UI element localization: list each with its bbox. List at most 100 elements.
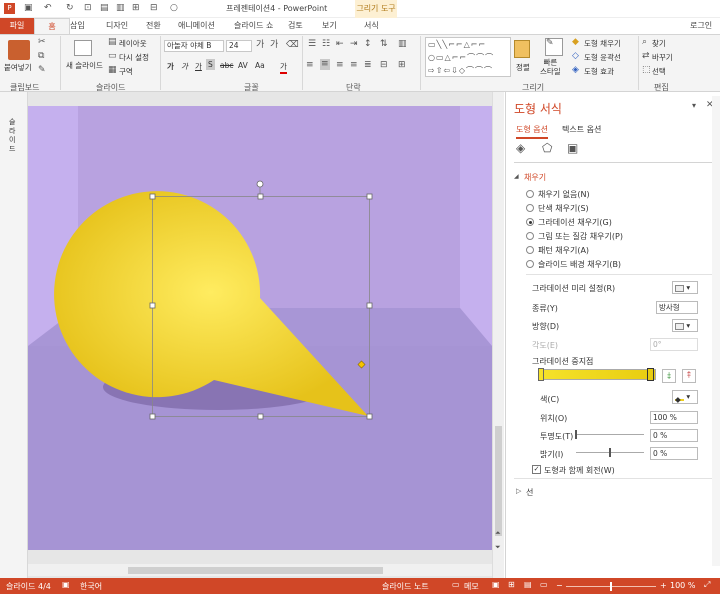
copy-icon[interactable]: ⧉ (38, 52, 44, 61)
angle-input[interactable]: 0° (650, 338, 698, 351)
smartart-icon[interactable]: ⊞ (398, 61, 406, 70)
new-slide-button[interactable]: 새 슬라이드 (66, 60, 103, 71)
transparency-input[interactable]: 0 % (650, 429, 698, 442)
rotate-with-shape-checkbox[interactable]: ✓ (532, 465, 541, 474)
position-input[interactable]: 100 % (650, 411, 698, 424)
tab-text-options[interactable]: 텍스트 옵션 (562, 124, 601, 135)
size-properties-icon[interactable]: ▣ (567, 142, 578, 154)
tab-animations[interactable]: 애니메이션 (178, 20, 215, 31)
undo-icon[interactable]: ↶ (44, 4, 52, 13)
replace-button[interactable]: 바꾸기 (652, 52, 673, 63)
next-slide-icon[interactable]: ⏷ (495, 544, 501, 551)
italic-button[interactable]: 가 (181, 61, 188, 72)
quick-styles-button[interactable]: 빠른 스타일 (540, 58, 561, 76)
radio-no-fill[interactable] (526, 190, 534, 198)
find-button[interactable]: 찾기 (652, 38, 666, 49)
horizontal-scrollbar[interactable] (28, 564, 492, 576)
tab-insert[interactable]: 삽입 (70, 20, 85, 31)
fill-header[interactable]: 채우기 (524, 172, 546, 183)
type-dropdown[interactable]: 방사형 (656, 301, 698, 314)
cut-icon[interactable]: ✂ (38, 38, 46, 47)
font-size-box[interactable]: 24 (226, 40, 252, 52)
effects-icon[interactable]: ⬠ (542, 142, 552, 154)
radio-pattern-fill[interactable] (526, 246, 534, 254)
color-dropdown[interactable]: ◆ ▾ (672, 390, 698, 404)
vertical-scroll-thumb[interactable] (495, 426, 502, 536)
shapes-gallery[interactable]: ▭╲╲⌐⌐△⌐⌐ ○▭△⌐⌐⌒⌒⌒ ⇨⇧⇦⇩◇⌒⌒⌒ (425, 37, 511, 77)
bullets-icon[interactable]: ☰ (308, 40, 316, 49)
columns-icon[interactable]: ▥ (398, 40, 407, 49)
new-slide-icon[interactable] (74, 40, 92, 56)
tab-file[interactable]: 파일 (0, 18, 34, 34)
qat-icon-3[interactable]: ▥ (116, 4, 125, 13)
remove-stop-icon[interactable]: ⤉ (682, 369, 696, 383)
tab-format[interactable]: 서식 (364, 20, 379, 31)
preset-dropdown[interactable]: ▾ (672, 281, 698, 294)
qat-icon-1[interactable]: ⊡ (84, 4, 92, 13)
transparency-slider[interactable] (576, 434, 644, 435)
layout-button[interactable]: 레이아웃 (119, 38, 147, 49)
tab-slideshow[interactable]: 슬라이드 쇼 (234, 20, 273, 31)
normal-view-icon[interactable]: ▣ (492, 581, 500, 589)
brightness-input[interactable]: 0 % (650, 447, 698, 460)
align-text-icon[interactable]: ⊟ (380, 61, 388, 70)
spacing-button[interactable]: AV (238, 61, 248, 70)
expand-fill-icon[interactable]: ◢ (514, 174, 519, 180)
prev-slide-icon[interactable]: ⏶ (495, 530, 501, 537)
login-link[interactable]: 로그인 (690, 20, 712, 31)
reset-button[interactable]: 다시 설정 (119, 52, 149, 63)
shape-outline-button[interactable]: 도형 윤곽선 (584, 52, 621, 63)
qat-icon-4[interactable]: ⊞ (132, 4, 140, 13)
arrange-button[interactable]: 정렬 (516, 62, 530, 73)
transparency-slider-thumb[interactable] (575, 430, 577, 439)
zoom-slider-thumb[interactable] (610, 582, 612, 591)
slideshow-view-icon[interactable]: ▭ (540, 581, 548, 589)
radio-solid-fill[interactable] (526, 204, 534, 212)
gradient-stops-bar[interactable] (540, 369, 656, 380)
shrink-font-icon[interactable]: 가 (270, 41, 278, 50)
align-right-icon[interactable]: ≡ (336, 61, 344, 70)
section-button[interactable]: 구역 (119, 66, 133, 77)
expand-line-icon[interactable]: ▷ (516, 488, 521, 495)
language-indicator[interactable]: 한국어 (80, 581, 102, 592)
pane-scrollbar[interactable] (712, 96, 720, 566)
shadow-button[interactable]: S (206, 59, 215, 70)
text-direction-icon[interactable]: ⇅ (380, 40, 388, 49)
case-button[interactable]: Aa (255, 61, 265, 70)
font-name-box[interactable]: 아놀자 야체 B (164, 40, 224, 52)
spelling-icon[interactable]: ▣ (62, 581, 70, 589)
tab-design[interactable]: 디자인 (106, 20, 128, 31)
save-icon[interactable]: ▣ (24, 4, 33, 13)
zoom-out-button[interactable]: − (556, 581, 563, 590)
add-stop-icon[interactable]: ⤈ (662, 369, 676, 383)
redo-icon[interactable]: ↻ (66, 4, 74, 13)
clear-format-icon[interactable]: ⌫ (286, 41, 299, 50)
notes-button[interactable]: 슬라이드 노트 (382, 581, 429, 592)
paste-icon[interactable] (8, 40, 30, 60)
radio-background-fill[interactable] (526, 260, 534, 268)
zoom-in-button[interactable]: + (660, 581, 667, 590)
tab-transitions[interactable]: 전환 (146, 20, 161, 31)
tab-shape-options[interactable]: 도형 옵션 (516, 124, 548, 139)
strike-button[interactable]: abc (220, 61, 233, 70)
line-spacing-icon[interactable]: ↕ (364, 40, 372, 49)
font-color-button[interactable]: 가 (280, 61, 287, 74)
grow-font-icon[interactable]: 가 (256, 41, 264, 50)
reading-view-icon[interactable]: ▤ (524, 581, 532, 589)
radio-picture-fill[interactable] (526, 232, 534, 240)
horizontal-scroll-thumb[interactable] (128, 567, 383, 574)
qat-icon-6[interactable]: ○ (170, 4, 178, 13)
direction-dropdown[interactable]: ▾ (672, 319, 698, 332)
vertical-scrollbar[interactable]: ⏶ ⏷ (492, 92, 504, 578)
slide[interactable] (28, 106, 492, 550)
qat-icon-2[interactable]: ▤ (100, 4, 109, 13)
line-header[interactable]: 선 (526, 487, 533, 498)
distribute-icon[interactable]: ≣ (364, 61, 372, 70)
tab-view[interactable]: 보기 (322, 20, 337, 31)
comments-button[interactable]: 메모 (464, 581, 479, 592)
increase-indent-icon[interactable]: ⇥ (350, 40, 358, 49)
gradient-stop-end[interactable] (647, 368, 654, 381)
shape-effects-button[interactable]: 도형 효과 (584, 66, 614, 77)
tab-review[interactable]: 검토 (288, 20, 303, 31)
decrease-indent-icon[interactable]: ⇤ (336, 40, 344, 49)
